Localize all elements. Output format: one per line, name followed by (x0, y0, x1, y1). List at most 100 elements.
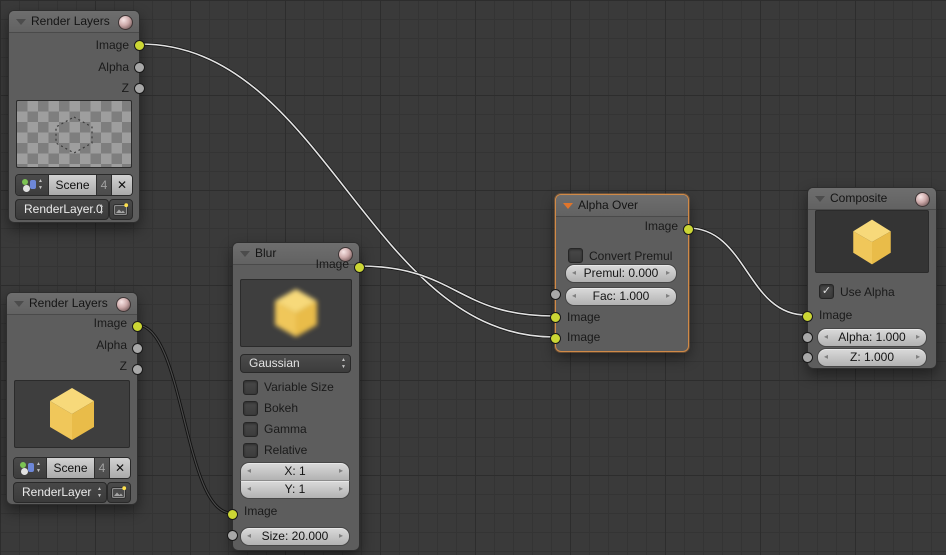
relative-checkbox[interactable] (243, 443, 258, 458)
node-header[interactable]: Composite (808, 188, 936, 210)
increment-arrow-icon[interactable]: ▸ (339, 463, 343, 479)
output-label-alpha: Alpha (98, 60, 129, 74)
scene-browse-button[interactable]: ▲▼ (14, 458, 46, 478)
up-arrow-icon[interactable]: ▲ (36, 461, 41, 468)
decrement-arrow-icon[interactable]: ◂ (824, 329, 828, 345)
output-socket-z[interactable] (132, 364, 143, 375)
node-render-layers-bottom[interactable]: Render Layers Image Alpha Z ▲▼ Scene 4 ✕ (6, 292, 138, 505)
render-layer-select[interactable]: RenderLayer.0 ▲▼ (15, 199, 109, 220)
decrement-arrow-icon[interactable]: ◂ (247, 481, 251, 497)
scene-unlink-button[interactable]: ✕ (111, 175, 132, 195)
input-socket-fac[interactable] (550, 289, 561, 300)
down-arrow-icon[interactable]: ▼ (97, 493, 102, 500)
up-arrow-icon[interactable]: ▲ (97, 486, 102, 493)
output-socket-z[interactable] (134, 83, 145, 94)
scene-selector[interactable]: ▲▼ Scene 4 ✕ (15, 174, 133, 196)
size-value-field[interactable]: ◂ Size: 20.000 ▸ (240, 527, 350, 546)
decrement-arrow-icon[interactable]: ◂ (572, 288, 576, 304)
node-title: Render Layers (29, 296, 108, 310)
collapse-triangle-icon[interactable] (16, 19, 26, 25)
node-composite[interactable]: Composite ✓ Use Alpha Image ◂ Alpha: 1.0… (807, 187, 937, 369)
down-arrow-icon[interactable]: ▼ (36, 468, 41, 475)
scene-selector[interactable]: ▲▼ Scene 4 ✕ (13, 457, 131, 479)
collapse-triangle-icon[interactable] (240, 251, 250, 257)
output-socket-image[interactable] (132, 321, 143, 332)
scene-unlink-button[interactable]: ✕ (109, 458, 130, 478)
y-value-field[interactable]: ◂ Y: 1 ▸ (240, 480, 350, 499)
node-editor-canvas[interactable]: Render Layers Image Alpha Z ▲▼ Scene 4 ✕… (0, 0, 946, 555)
collapse-triangle-icon[interactable] (563, 203, 573, 209)
input-socket-z[interactable] (802, 352, 813, 363)
down-arrow-icon[interactable]: ▼ (38, 185, 43, 192)
variable-size-checkbox[interactable] (243, 380, 258, 395)
increment-arrow-icon[interactable]: ▸ (339, 528, 343, 544)
up-arrow-icon[interactable]: ▲ (99, 203, 104, 210)
premul-value-field[interactable]: ◂ Premul: 0.000 ▸ (565, 264, 677, 283)
fac-value-field[interactable]: ◂ Fac: 1.000 ▸ (565, 287, 677, 306)
node-header[interactable]: Render Layers (7, 293, 137, 315)
gamma-checkbox[interactable] (243, 422, 258, 437)
node-header[interactable]: Render Layers (9, 11, 139, 33)
decrement-arrow-icon[interactable]: ◂ (572, 265, 576, 281)
node-header[interactable]: Alpha Over (556, 195, 688, 217)
collapse-triangle-icon[interactable] (14, 301, 24, 307)
node-blur[interactable]: Blur Image Gaussian ▲▼ Variable Size Bok… (232, 242, 360, 551)
render-layer-select[interactable]: RenderLayer ▲▼ (13, 482, 107, 503)
alpha-value: Alpha: 1.000 (838, 330, 905, 344)
rerender-layer-button[interactable] (109, 199, 133, 220)
input-label-image: Image (819, 308, 852, 322)
gamma-label: Gamma (264, 422, 307, 436)
input-socket-image-1[interactable] (550, 312, 561, 323)
increment-arrow-icon[interactable]: ▸ (916, 329, 920, 345)
filter-type-dropdown[interactable]: Gaussian ▲▼ (240, 354, 351, 373)
scene-browse-button[interactable]: ▲▼ (16, 175, 48, 195)
x-value-field[interactable]: ◂ X: 1 ▸ (240, 462, 350, 480)
output-label-image: Image (94, 316, 127, 330)
output-socket-image[interactable] (354, 262, 365, 273)
scene-users-count[interactable]: 4 (94, 458, 109, 478)
node-alpha-over[interactable]: Alpha Over Image Convert Premul ◂ Premul… (555, 194, 689, 352)
render-preview-cube (14, 380, 130, 448)
node-title: Blur (255, 246, 276, 260)
node-title: Render Layers (31, 14, 110, 28)
increment-arrow-icon[interactable]: ▸ (916, 349, 920, 365)
output-socket-image[interactable] (134, 40, 145, 51)
material-sphere-icon[interactable] (118, 15, 133, 30)
rerender-layer-button[interactable] (107, 482, 131, 503)
output-socket-alpha[interactable] (132, 343, 143, 354)
input-socket-image-2[interactable] (550, 333, 561, 344)
blurred-cube-image (268, 283, 324, 343)
material-sphere-icon[interactable] (915, 192, 930, 207)
decrement-arrow-icon[interactable]: ◂ (247, 528, 251, 544)
use-alpha-checkbox[interactable]: ✓ (819, 284, 834, 299)
composite-preview-cube (815, 210, 929, 273)
scene-users-count[interactable]: 4 (96, 175, 111, 195)
use-alpha-label: Use Alpha (840, 285, 895, 299)
decrement-arrow-icon[interactable]: ◂ (824, 349, 828, 365)
output-label-image: Image (316, 257, 349, 271)
relative-label: Relative (264, 443, 307, 457)
scene-name-field[interactable]: Scene (48, 175, 96, 195)
increment-arrow-icon[interactable]: ▸ (339, 481, 343, 497)
up-arrow-icon[interactable]: ▲ (38, 178, 43, 185)
material-sphere-icon[interactable] (116, 297, 131, 312)
input-socket-image[interactable] (802, 311, 813, 322)
input-socket-alpha[interactable] (802, 332, 813, 343)
down-arrow-icon[interactable]: ▼ (99, 210, 104, 217)
input-socket-size[interactable] (227, 530, 238, 541)
output-socket-alpha[interactable] (134, 62, 145, 73)
convert-premul-checkbox[interactable] (568, 248, 583, 263)
decrement-arrow-icon[interactable]: ◂ (247, 463, 251, 479)
wire-core-alpha_over.Image-to-composite.Image (688, 228, 806, 315)
increment-arrow-icon[interactable]: ▸ (666, 265, 670, 281)
scene-name-field[interactable]: Scene (46, 458, 94, 478)
node-render-layers-top[interactable]: Render Layers Image Alpha Z ▲▼ Scene 4 ✕… (8, 10, 140, 223)
alpha-value-field[interactable]: ◂ Alpha: 1.000 ▸ (817, 328, 927, 347)
increment-arrow-icon[interactable]: ▸ (666, 288, 670, 304)
output-socket-image[interactable] (683, 224, 694, 235)
input-socket-image[interactable] (227, 509, 238, 520)
z-value-field[interactable]: ◂ Z: 1.000 ▸ (817, 348, 927, 367)
bokeh-checkbox[interactable] (243, 401, 258, 416)
collapse-triangle-icon[interactable] (815, 196, 825, 202)
y-value: Y: 1 (285, 482, 306, 496)
